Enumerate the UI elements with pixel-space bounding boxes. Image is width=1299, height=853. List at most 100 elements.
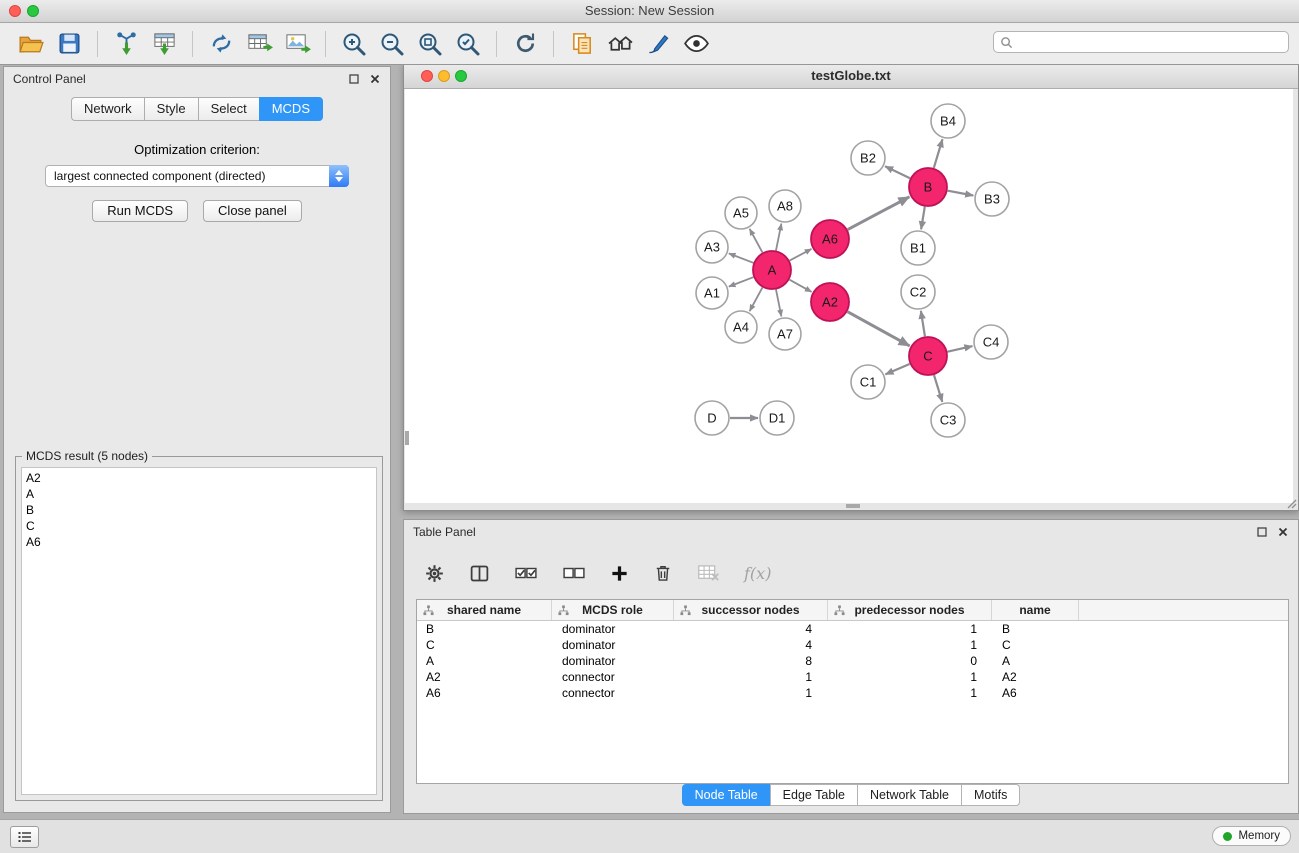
- node-B4[interactable]: B4: [931, 104, 965, 138]
- memory-button[interactable]: Memory: [1212, 826, 1291, 846]
- tab-node-table[interactable]: Node Table: [682, 784, 771, 806]
- import-table-button[interactable]: [145, 27, 183, 61]
- node-A5[interactable]: A5: [725, 197, 757, 229]
- node-B3[interactable]: B3: [975, 182, 1009, 216]
- open-session-button[interactable]: [12, 27, 50, 61]
- network-minimize-button[interactable]: [438, 70, 450, 82]
- table-row[interactable]: Cdominator41C: [417, 637, 1288, 653]
- node-D1[interactable]: D1: [760, 401, 794, 435]
- edge-A2-C[interactable]: [848, 312, 910, 346]
- table-row[interactable]: Bdominator41B: [417, 621, 1288, 637]
- zoom-out-button[interactable]: [373, 27, 411, 61]
- edge-A-A7[interactable]: [776, 290, 781, 317]
- node-A7[interactable]: A7: [769, 318, 801, 350]
- column-header-shared-name[interactable]: shared name: [417, 600, 552, 620]
- horizontal-scrollbar[interactable]: [846, 504, 860, 508]
- close-panel-action-button[interactable]: Close panel: [203, 200, 302, 222]
- column-header-predecessor-nodes[interactable]: predecessor nodes: [828, 600, 992, 620]
- node-C3[interactable]: C3: [931, 403, 965, 437]
- tab-network-table[interactable]: Network Table: [857, 784, 962, 806]
- column-header-successor-nodes[interactable]: successor nodes: [674, 600, 828, 620]
- edge-C-C3[interactable]: [934, 375, 942, 402]
- log-console-button[interactable]: [10, 826, 39, 848]
- import-network-button[interactable]: [107, 27, 145, 61]
- delete-table-button[interactable]: [697, 563, 720, 583]
- delete-column-button[interactable]: [653, 563, 673, 583]
- node-A8[interactable]: A8: [769, 190, 801, 222]
- deselect-all-columns-button[interactable]: [562, 564, 586, 582]
- close-window-button[interactable]: [9, 5, 21, 17]
- network-zoom-button[interactable]: [455, 70, 467, 82]
- mcds-result-item[interactable]: A: [22, 486, 376, 502]
- node-A4[interactable]: A4: [725, 311, 757, 343]
- float-table-panel-button[interactable]: [1256, 526, 1268, 538]
- edge-A-A5[interactable]: [750, 229, 763, 253]
- node-C2[interactable]: C2: [901, 275, 935, 309]
- mcds-result-item[interactable]: A2: [22, 470, 376, 486]
- table-row[interactable]: A2connector11A2: [417, 669, 1288, 685]
- run-mcds-button[interactable]: Run MCDS: [92, 200, 188, 222]
- select-all-columns-button[interactable]: [514, 564, 538, 582]
- zoom-selected-button[interactable]: [449, 27, 487, 61]
- tab-select[interactable]: Select: [198, 97, 259, 121]
- vertical-scrollbar[interactable]: [405, 431, 409, 445]
- network-close-button[interactable]: [421, 70, 433, 82]
- float-panel-button[interactable]: [348, 73, 360, 85]
- edge-A-A1[interactable]: [729, 277, 754, 286]
- node-A2[interactable]: A2: [811, 283, 849, 321]
- node-A3[interactable]: A3: [696, 231, 728, 263]
- save-session-button[interactable]: [50, 27, 88, 61]
- edge-A-A8[interactable]: [776, 224, 781, 251]
- show-graphics-button[interactable]: [677, 27, 715, 61]
- duplicate-network-button[interactable]: [563, 27, 601, 61]
- zoom-in-button[interactable]: [335, 27, 373, 61]
- edge-A-A2[interactable]: [790, 280, 812, 292]
- zoom-window-button[interactable]: [27, 5, 39, 17]
- edge-B-B1[interactable]: [921, 207, 925, 230]
- column-header-name[interactable]: name: [992, 600, 1079, 620]
- tab-edge-table[interactable]: Edge Table: [770, 784, 858, 806]
- edge-B-B2[interactable]: [885, 166, 910, 178]
- tab-network[interactable]: Network: [71, 97, 144, 121]
- tab-mcds[interactable]: MCDS: [259, 97, 323, 121]
- export-image-button[interactable]: [278, 27, 316, 61]
- table-row[interactable]: Adominator80A: [417, 653, 1288, 669]
- node-C[interactable]: C: [909, 337, 947, 375]
- table-row[interactable]: A6connector11A6: [417, 685, 1288, 701]
- close-table-panel-button[interactable]: [1277, 526, 1289, 538]
- node-B1[interactable]: B1: [901, 231, 935, 265]
- network-canvas[interactable]: B4 B2 B B3 A5 A8 A6 B1 A3 A C2 A1 A2 A4 A7 C4 C C1 C3 D D1: [405, 89, 1293, 503]
- node-C1[interactable]: C1: [851, 365, 885, 399]
- search-input[interactable]: [1013, 34, 1288, 50]
- edge-C-C4[interactable]: [948, 346, 973, 352]
- node-A6[interactable]: A6: [811, 220, 849, 258]
- table-options-button[interactable]: [424, 563, 445, 584]
- node-A1[interactable]: A1: [696, 277, 728, 309]
- edge-C-C2[interactable]: [921, 311, 925, 336]
- criterion-select[interactable]: largest connected component (directed): [45, 165, 349, 187]
- edge-C-C1[interactable]: [885, 364, 909, 374]
- edge-B-B4[interactable]: [934, 139, 943, 168]
- resize-grip[interactable]: [1285, 497, 1297, 509]
- node-B[interactable]: B: [909, 168, 947, 206]
- home-button[interactable]: [601, 27, 639, 61]
- mcds-result-item[interactable]: B: [22, 502, 376, 518]
- refresh-view-button[interactable]: [506, 27, 544, 61]
- edge-A-A3[interactable]: [729, 253, 754, 262]
- node-B2[interactable]: B2: [851, 141, 885, 175]
- edge-A-A4[interactable]: [750, 288, 763, 312]
- zoom-fit-button[interactable]: [411, 27, 449, 61]
- tab-motifs[interactable]: Motifs: [961, 784, 1020, 806]
- new-network-button[interactable]: [202, 27, 240, 61]
- node-C4[interactable]: C4: [974, 325, 1008, 359]
- export-table-button[interactable]: [240, 27, 278, 61]
- tab-style[interactable]: Style: [144, 97, 198, 121]
- node-D[interactable]: D: [695, 401, 729, 435]
- edge-B-B3[interactable]: [948, 191, 974, 196]
- node-A[interactable]: A: [753, 251, 791, 289]
- function-builder-button[interactable]: f(x): [744, 564, 771, 583]
- apply-style-button[interactable]: [639, 27, 677, 61]
- edge-A-A6[interactable]: [790, 249, 812, 261]
- close-panel-button[interactable]: [369, 73, 381, 85]
- mcds-result-item[interactable]: C: [22, 518, 376, 534]
